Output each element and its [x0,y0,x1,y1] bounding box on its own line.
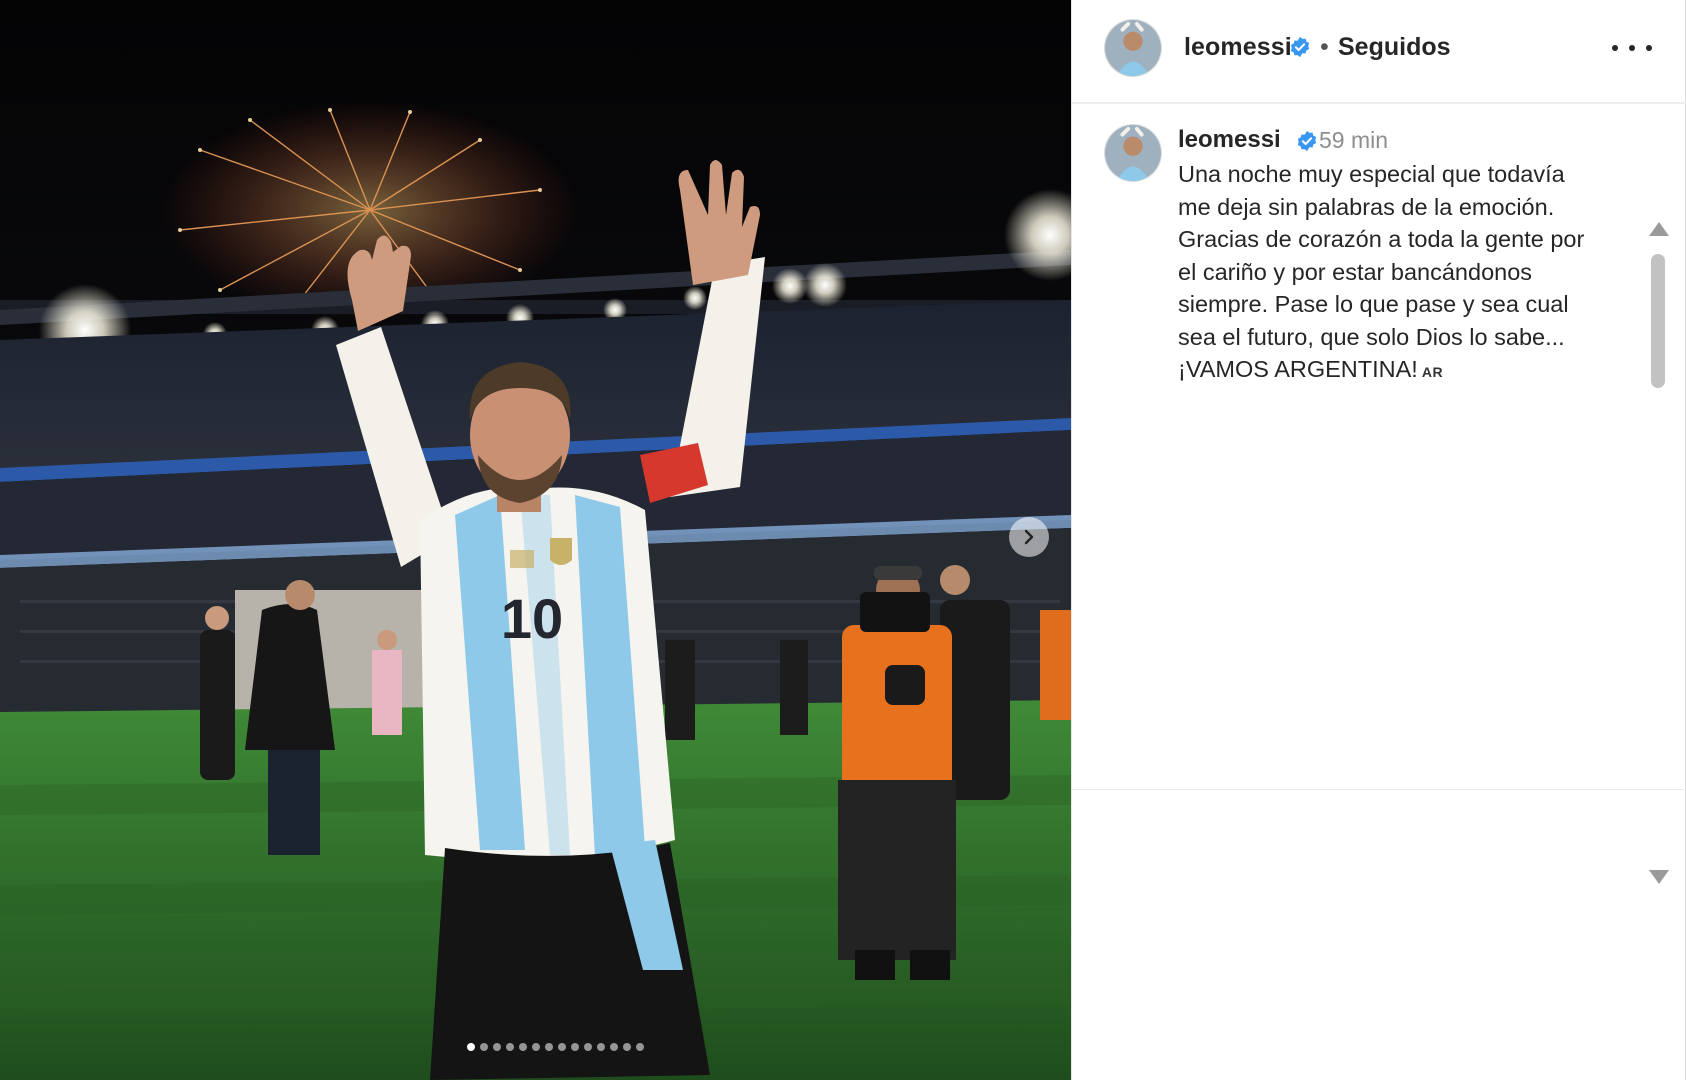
carousel-dot [467,1043,475,1051]
carousel-dot [545,1043,553,1051]
caption-line: siempre. Pase lo que pase y sea cual [1178,291,1569,317]
post-photo: 10 [0,0,1071,1080]
author-avatar[interactable] [1104,19,1162,77]
post-header: leomessi • Seguidos [1072,0,1686,104]
carousel-dot [506,1043,514,1051]
caption-author-avatar[interactable] [1104,124,1162,182]
caption-line: sea el futuro, que solo Dios lo sabe... [1178,323,1565,350]
caption-line: Gracias de corazón a toda la gente por [1178,226,1585,252]
carousel-dot [519,1043,527,1051]
carousel-dot [480,1043,488,1051]
carousel-dot [597,1043,605,1051]
caption-line: me deja sin palabras de la emoción. [1178,193,1555,220]
carousel-dot [493,1043,501,1051]
carousel-dot [571,1043,579,1051]
carousel-dot [532,1043,540,1051]
carousel-next-button[interactable] [1009,517,1049,557]
caption-line: Una noche muy especial que todavía [1178,161,1565,187]
caption-text: Una noche muy especial que todavía me de… [1178,158,1638,389]
carousel-dot [584,1043,592,1051]
caption-verified-badge [1296,130,1318,154]
header-verified-badge [1289,36,1311,60]
verified-badge-icon [1290,36,1310,58]
post-timestamp[interactable]: 59 min [1319,127,1388,154]
carousel-dot [610,1043,618,1051]
chevron-right-icon [1024,529,1034,545]
avatar-image [1105,125,1161,181]
avatar-image [1105,20,1161,76]
header-username[interactable]: leomessi [1184,33,1292,62]
carousel-indicator [0,1041,1071,1053]
more-options-button[interactable] [1612,36,1652,60]
scroll-up-arrow-icon[interactable] [1649,222,1669,236]
cameraman [838,566,956,980]
argentina-flag-code: AR [1421,364,1444,380]
carousel-dot [636,1043,644,1051]
post-details-panel: leomessi • Seguidos leomessi 59 min Una … [1071,0,1686,1080]
caption-line-last: ¡VAMOS ARGENTINA! AR [1178,353,1638,389]
caption-scrollbar[interactable] [1643,216,1673,886]
post-media[interactable]: 10 [0,0,1071,1080]
scroll-down-arrow-icon[interactable] [1649,870,1669,884]
following-button[interactable]: Seguidos [1338,33,1451,62]
caption-line: el cariño y por estar bancándonos [1178,258,1533,285]
verified-badge-icon [1297,130,1317,152]
caption-username[interactable]: leomessi [1178,126,1281,154]
caption-section: leomessi 59 min Una noche muy especial q… [1072,106,1686,884]
more-options-icon [1612,45,1652,51]
carousel-dot [558,1043,566,1051]
caption-line: ¡VAMOS ARGENTINA! [1178,356,1418,382]
jersey-number-text: 10 [501,587,563,650]
header-separator: • [1320,33,1329,61]
carousel-dot [623,1043,631,1051]
scrollbar-thumb[interactable] [1651,254,1665,388]
